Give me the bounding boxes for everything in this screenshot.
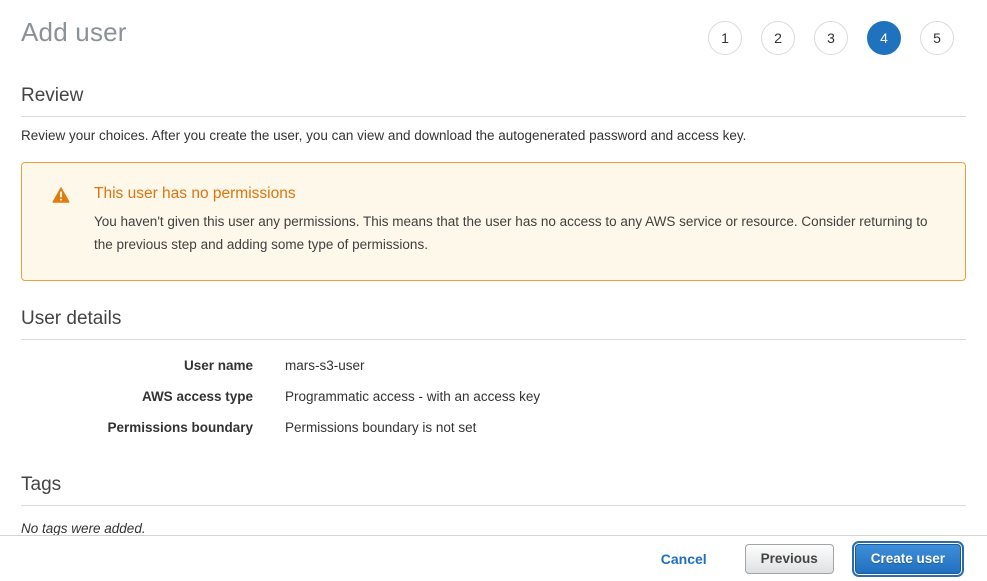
warning-title: This user has no permissions <box>94 185 949 203</box>
user-name-value: mars-s3-user <box>285 355 365 376</box>
table-row: AWS access type Programmatic access - wi… <box>21 386 966 407</box>
step-3: 3 <box>814 21 848 55</box>
step-5: 5 <box>920 21 954 55</box>
permissions-boundary-value: Permissions boundary is not set <box>285 417 476 438</box>
access-type-value: Programmatic access - with an access key <box>285 386 540 407</box>
warning-triangle-icon <box>52 187 70 208</box>
cancel-link[interactable]: Cancel <box>661 551 707 567</box>
create-user-button[interactable]: Create user <box>855 544 961 574</box>
wizard-header: Add user 1 2 3 4 5 <box>0 0 987 55</box>
step-4: 4 <box>867 21 901 55</box>
review-section: Review Review your choices. After you cr… <box>21 85 966 281</box>
wizard-footer: Cancel Previous Create user <box>0 535 987 581</box>
user-details-heading: User details <box>21 308 966 340</box>
table-row: User name mars-s3-user <box>21 355 966 376</box>
review-description: Review your choices. After you create th… <box>21 128 966 143</box>
user-details-section: User details User name mars-s3-user AWS … <box>21 308 966 438</box>
tags-section: Tags No tags were added. <box>21 474 966 536</box>
no-tags-message: No tags were added. <box>21 521 966 536</box>
permissions-boundary-label: Permissions boundary <box>21 417 253 438</box>
user-name-label: User name <box>21 355 253 376</box>
previous-button[interactable]: Previous <box>745 544 834 574</box>
tags-heading: Tags <box>21 474 966 506</box>
step-1: 1 <box>708 21 742 55</box>
step-indicator: 1 2 3 4 5 <box>708 17 954 55</box>
review-heading: Review <box>21 85 966 117</box>
table-row: Permissions boundary Permissions boundar… <box>21 417 966 438</box>
warning-content: This user has no permissions You haven't… <box>94 185 949 256</box>
access-type-label: AWS access type <box>21 386 253 407</box>
step-2: 2 <box>761 21 795 55</box>
page-title: Add user <box>21 17 127 48</box>
user-details-rows: User name mars-s3-user AWS access type P… <box>21 355 966 438</box>
no-permissions-warning: This user has no permissions You haven't… <box>21 162 966 281</box>
warning-body: You haven't given this user any permissi… <box>94 210 949 256</box>
